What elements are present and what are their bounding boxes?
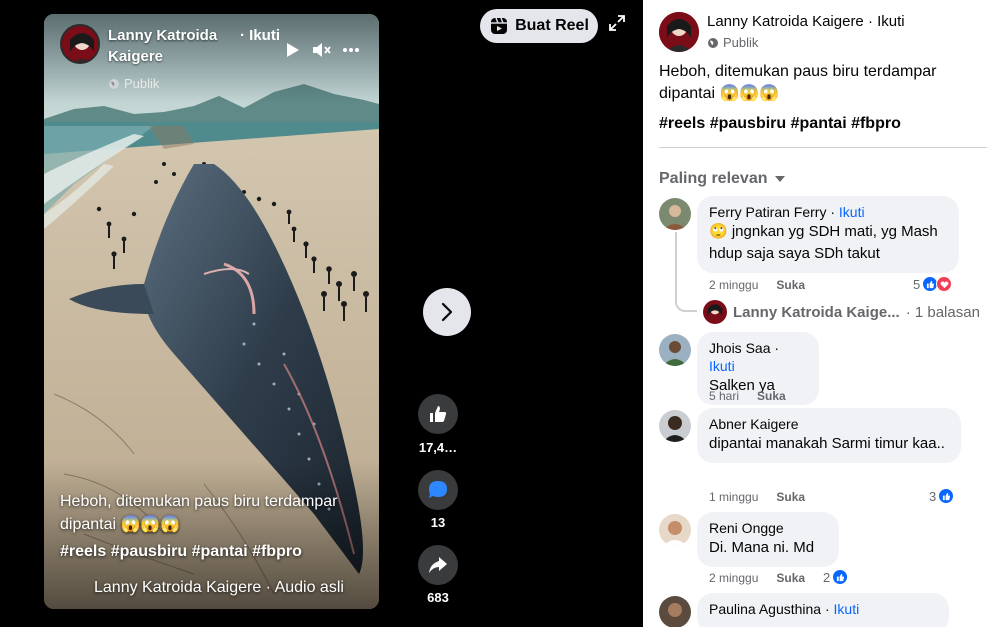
like-reaction-icon [938,488,955,504]
likes-count: 17,4… [418,440,458,455]
shares-count: 683 [427,590,449,605]
caret-down-icon [774,176,785,182]
comment-author[interactable]: Ferry Patiran Ferry [709,204,826,220]
comment-text: dipantai manakah Sarmi timur kaa.. [709,435,945,452]
like-button[interactable] [418,394,458,434]
comment-author-line: Ferry Patiran Ferry · Ikuti [709,204,865,220]
create-reel-button[interactable]: Buat Reel [480,9,598,43]
commenter-avatar[interactable] [659,514,691,546]
reel-stage: Lanny Katroida Kaigere · Ikuti Publik He… [0,0,643,627]
reply-count: · 1 balasan [905,303,980,321]
comment-meta: 2 minggu Suka [709,571,805,585]
reply-author-avatar [703,300,727,324]
comment-bubble: Ferry Patiran Ferry · Ikuti 🙄 jngnkan yg… [697,196,959,273]
comment-reactions[interactable]: 5 [913,276,953,292]
comment-text: Di. Mana ni. Md [709,539,815,556]
comments-panel: Lanny Katroida Kaigere · Ikuti Publik He… [643,0,999,627]
comment-text: 🙄 jngnkan yg SDH mati, yg Mash hdup saja… [709,223,938,262]
video-privacy: Publik [108,76,159,91]
comment-author[interactable]: Paulina Agusthina [709,601,821,617]
avatar-image [62,26,98,62]
post-privacy: Publik [707,35,758,50]
post-privacy-label: Publik [723,35,759,50]
thumbs-up-icon [430,406,447,422]
video-caption: Heboh, ditemukan paus biru terdampar dip… [60,493,338,533]
comment-time[interactable]: 2 minggu [709,571,758,585]
commenter-avatar[interactable] [659,198,691,230]
share-button[interactable] [418,545,458,585]
author-avatar[interactable] [60,24,100,64]
comment-follow-link[interactable]: Ikuti [709,358,735,374]
post-author-avatar[interactable] [659,12,699,52]
chevron-right-icon [441,302,453,322]
comment-like-button[interactable]: Suka [776,571,805,585]
comment-like-button[interactable]: Suka [757,389,786,403]
comment-bubble: Paulina Agusthina · Ikuti [697,593,949,627]
reply-thread-line [675,232,697,312]
comment-follow-link[interactable]: Ikuti [834,601,860,617]
comment-meta: 1 minggu Suka [709,490,805,504]
play-icon[interactable] [286,42,300,63]
reel-icon [491,17,508,34]
comment-bubble: Abner Kaigere dipantai manakah Sarmi tim… [697,408,961,463]
comment-sort-dropdown[interactable]: Paling relevan [659,170,786,188]
globe-icon [109,78,119,89]
comment-button[interactable] [418,470,458,510]
video-privacy-label: Publik [124,76,160,91]
commenter-avatar[interactable] [659,410,691,442]
comment-time[interactable]: 1 minggu [709,490,758,504]
reaction-count: 2 [823,569,831,585]
comment-time[interactable]: 2 minggu [709,278,758,292]
share-icon [429,557,447,573]
comment-reactions[interactable]: 3 [929,488,955,504]
reel-video[interactable]: Lanny Katroida Kaigere · Ikuti Publik He… [44,14,379,609]
comment-author-line: Paulina Agusthina · Ikuti [709,601,860,617]
comment-reactions[interactable]: 2 [823,569,849,585]
create-reel-label: Buat Reel [515,17,589,34]
comment-time[interactable]: 5 hari [709,389,739,403]
comment-author[interactable]: Abner Kaigere [709,415,949,433]
comment-icon [429,481,447,498]
post-author-name[interactable]: Lanny Katroida Kaigere [707,13,864,30]
comment-like-button[interactable]: Suka [776,490,805,504]
comment-sort-label: Paling relevan [659,170,768,187]
next-reel-button[interactable] [423,288,471,336]
comment-meta: 2 minggu Suka [709,278,805,292]
globe-icon [708,37,718,48]
view-replies-link[interactable]: Lanny Katroida Kaige... · 1 balasan [703,300,980,324]
video-audio-label[interactable]: Lanny Katroida Kaigere · Audio asli [94,579,344,597]
avatar-image [659,12,699,52]
video-author-name[interactable]: Lanny Katroida Kaigere [108,25,238,67]
comment-bubble: Reni Ongge Di. Mana ni. Md [697,512,839,567]
more-options-icon[interactable] [342,42,360,63]
comments-count: 13 [430,515,446,530]
love-reaction-icon [936,276,953,292]
video-header: Lanny Katroida Kaigere · Ikuti Publik [60,24,369,91]
reaction-count: 3 [929,488,937,504]
post-hashtags[interactable]: #reels #pausbiru #pantai #fbpro [659,115,901,133]
reply-author: Lanny Katroida Kaige... [733,303,900,321]
comment-meta: 5 hari Suka [709,389,786,403]
commenter-avatar[interactable] [659,596,691,627]
comment-author[interactable]: Jhois Saa [709,340,770,356]
post-follow-link[interactable]: · Ikuti [864,13,905,30]
video-hashtags[interactable]: #reels #pausbiru #pantai #fbpro [60,543,302,561]
comment-author-line: Jhois Saa · Ikuti [709,340,780,374]
comment-author[interactable]: Reni Ongge [709,519,827,537]
divider [659,147,987,148]
commenter-avatar[interactable] [659,334,691,366]
mute-icon[interactable] [312,42,332,63]
post-caption: Heboh, ditemukan paus biru terdampar dip… [659,63,937,102]
like-reaction-icon [832,569,849,585]
reaction-count: 5 [913,276,921,292]
expand-icon[interactable] [608,14,626,37]
comment-like-button[interactable]: Suka [776,278,805,292]
comment-follow-link[interactable]: Ikuti [839,204,865,220]
post-header-line: Lanny Katroida Kaigere · Ikuti [707,13,905,30]
video-follow-link[interactable]: · Ikuti [240,25,280,46]
